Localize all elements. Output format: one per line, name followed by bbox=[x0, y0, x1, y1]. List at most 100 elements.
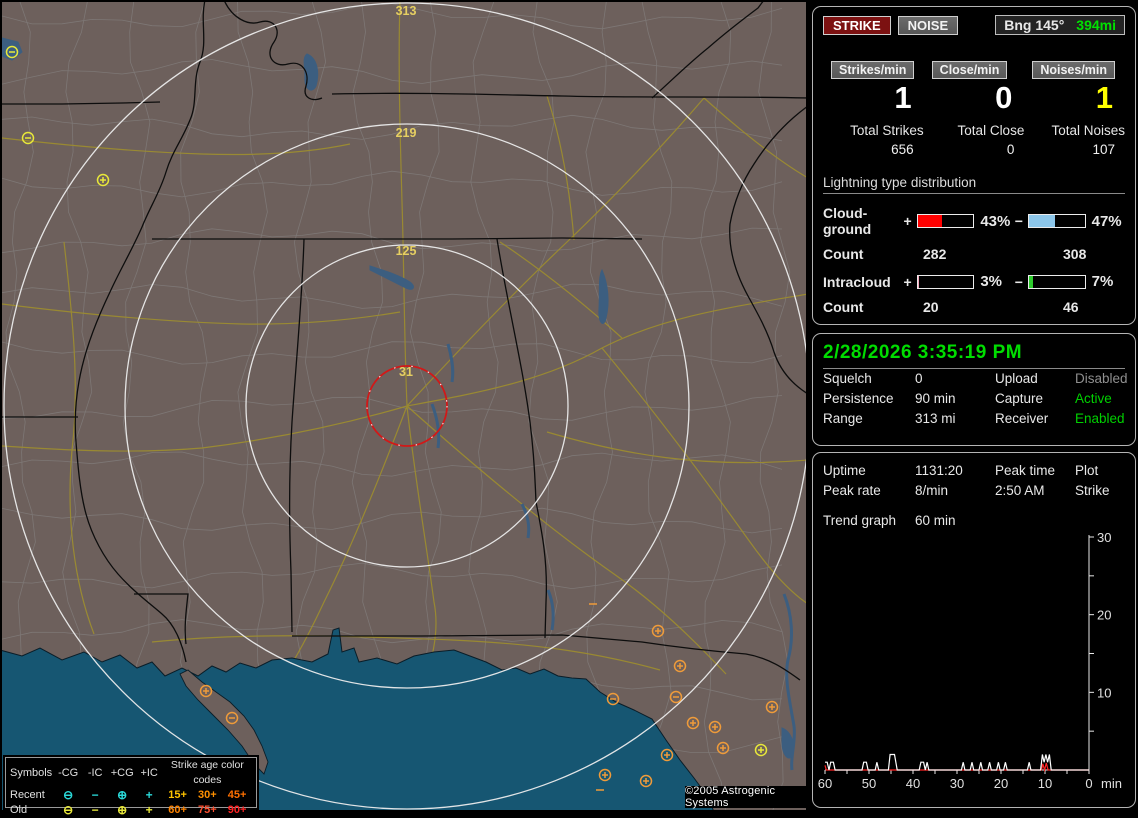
total-strikes-label: Total Strikes bbox=[850, 123, 924, 138]
upload-label: Upload bbox=[995, 371, 1038, 386]
recent-pos-cg-icon: ⊕ bbox=[117, 788, 128, 802]
trend-box: Uptime 1131:20 Peak time Plot Peak rate … bbox=[812, 452, 1136, 808]
cloud-ground-count-row: Count 282 308 bbox=[823, 246, 1125, 262]
noises-rate-value: 1 bbox=[1095, 80, 1114, 115]
map-symbol bbox=[754, 743, 768, 757]
cg-neg-pct: 47% bbox=[1091, 212, 1122, 230]
ic-pos-pct: 3% bbox=[980, 273, 1003, 290]
svg-text:10: 10 bbox=[1038, 776, 1052, 791]
capture-value: Active bbox=[1075, 391, 1112, 406]
side-panel: STRIKE NOISE Bng 145° 394mi Strikes/min … bbox=[810, 0, 1138, 812]
legend-col-neg-cg: -CG bbox=[58, 766, 79, 779]
old-pos-cg-icon: ⊕ bbox=[117, 803, 128, 817]
strike-button[interactable]: STRIKE bbox=[823, 15, 891, 35]
ic-count-label: Count bbox=[823, 299, 864, 315]
recent-pos-ic-icon: + bbox=[145, 788, 153, 802]
close-column: Close/min 0 Total Close 0 bbox=[924, 61, 1024, 157]
peak-rate-value: 8/min bbox=[915, 483, 949, 498]
svg-text:10: 10 bbox=[1097, 685, 1111, 700]
bearing-range-value: 394mi bbox=[1076, 17, 1116, 33]
map-symbol bbox=[21, 131, 35, 145]
ic-pos-bar bbox=[916, 274, 975, 289]
capture-label: Capture bbox=[995, 391, 1044, 406]
persistence-value: 90 min bbox=[915, 391, 956, 406]
plot-mode-value: Strike bbox=[1075, 483, 1110, 498]
uptime-value: 1131:20 bbox=[915, 463, 963, 478]
trend-series bbox=[824, 753, 1089, 773]
age-45: 45+ bbox=[227, 789, 247, 801]
peak-rate-label: Peak rate bbox=[823, 483, 881, 498]
age-90: 90+ bbox=[227, 804, 247, 816]
svg-text:313: 313 bbox=[396, 4, 417, 18]
svg-text:30: 30 bbox=[1097, 530, 1111, 545]
svg-text:219: 219 bbox=[396, 126, 417, 140]
noises-column: Noises/min 1 Total Noises 107 bbox=[1024, 61, 1125, 157]
svg-text:40: 40 bbox=[906, 776, 920, 791]
old-pos-ic-icon: + bbox=[145, 803, 153, 817]
cg-count-label: Count bbox=[823, 246, 864, 262]
cg-pos-pct: 43% bbox=[980, 212, 1011, 230]
status-row: Persistence 90 min Capture Active bbox=[823, 389, 1125, 409]
old-neg-cg-icon: ⊖ bbox=[63, 803, 74, 817]
cg-neg-bar bbox=[1028, 214, 1086, 228]
recent-neg-cg-icon: ⊖ bbox=[63, 788, 74, 802]
squelch-label: Squelch bbox=[823, 371, 872, 386]
legend-col-pos-ic: +IC bbox=[140, 766, 158, 779]
svg-text:31: 31 bbox=[399, 365, 413, 379]
recent-neg-ic-icon: − bbox=[91, 788, 99, 802]
persistence-label: Persistence bbox=[823, 391, 894, 406]
legend-recent-label: Recent bbox=[10, 789, 45, 801]
map-symbol bbox=[708, 720, 722, 734]
receiver-value: Enabled bbox=[1075, 411, 1125, 426]
total-noises-value: 107 bbox=[1092, 142, 1116, 157]
age-60: 60+ bbox=[168, 804, 187, 816]
upload-value: Disabled bbox=[1075, 371, 1128, 386]
cloud-ground-row: Cloud-ground + 43% − 47% bbox=[823, 205, 1125, 237]
map-canvas: 313 219 125 31 bbox=[2, 2, 806, 810]
age-75: 75+ bbox=[198, 804, 217, 816]
state-borders bbox=[2, 2, 806, 681]
trend-graph-row: Trend graph 60 min bbox=[823, 511, 1125, 531]
cg-neg-count: 308 bbox=[1063, 246, 1087, 262]
minus-sign: − bbox=[1014, 213, 1023, 229]
svg-text:min: min bbox=[1101, 776, 1122, 791]
receiver-label: Receiver bbox=[995, 411, 1049, 426]
noises-per-min-button[interactable]: Noises/min bbox=[1032, 61, 1116, 79]
status-row: Range 313 mi Receiver Enabled bbox=[823, 409, 1125, 429]
bearing-value: Bng 145° bbox=[1004, 17, 1065, 33]
strikes-per-min-button[interactable]: Strikes/min bbox=[831, 61, 915, 79]
close-rate-value: 0 bbox=[995, 80, 1013, 115]
map-symbol bbox=[686, 716, 700, 730]
ring-labels: 313 219 125 31 bbox=[396, 4, 417, 379]
trend-graph-window: 60 min bbox=[915, 513, 956, 528]
close-per-min-button[interactable]: Close/min bbox=[931, 61, 1008, 79]
peak-time-label: Peak time bbox=[995, 463, 1056, 478]
old-neg-ic-icon: − bbox=[91, 803, 99, 817]
map-symbol bbox=[716, 741, 730, 755]
strike-map[interactable]: 313 219 125 31 Symbols -CG -IC +CG +IC Stri… bbox=[2, 2, 806, 817]
age-30: 30+ bbox=[198, 789, 217, 801]
ic-neg-bar bbox=[1028, 274, 1086, 289]
ic-neg-pct: 7% bbox=[1091, 273, 1114, 290]
noise-button[interactable]: NOISE bbox=[897, 15, 959, 35]
svg-text:20: 20 bbox=[1097, 608, 1111, 623]
axis-ticks: 10 20 30 60 50 40 30 20 10 0 min bbox=[818, 530, 1122, 791]
strikes-rate-value: 1 bbox=[894, 80, 912, 115]
total-close-value: 0 bbox=[1006, 142, 1015, 157]
stats-row: Uptime 1131:20 Peak time Plot bbox=[823, 461, 1125, 481]
svg-text:30: 30 bbox=[950, 776, 964, 791]
range-value: 313 mi bbox=[915, 411, 956, 426]
stats-row: Peak rate 8/min 2:50 AM Strike bbox=[823, 481, 1125, 501]
map-symbol bbox=[96, 173, 110, 187]
intracloud-label: Intracloud bbox=[823, 273, 891, 290]
bearing-readout: Bng 145° 394mi bbox=[995, 15, 1125, 35]
counters-box: STRIKE NOISE Bng 145° 394mi Strikes/min … bbox=[812, 6, 1136, 325]
trend-chart: 10 20 30 60 50 40 30 20 10 0 min bbox=[818, 530, 1122, 791]
ic-neg-count: 46 bbox=[1063, 299, 1079, 315]
svg-text:125: 125 bbox=[396, 244, 417, 258]
intracloud-count-row: Count 20 46 bbox=[823, 299, 1125, 315]
cg-pos-count: 282 bbox=[923, 246, 947, 262]
age-15: 15+ bbox=[168, 789, 187, 801]
uptime-label: Uptime bbox=[823, 463, 866, 478]
ic-pos-count: 20 bbox=[923, 299, 939, 315]
